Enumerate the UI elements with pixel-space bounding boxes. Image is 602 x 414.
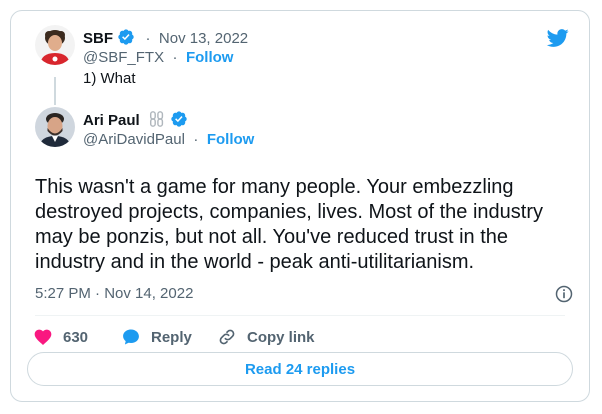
reply-label: Reply: [151, 328, 192, 346]
heart-icon: [34, 329, 52, 345]
verified-badge-icon: [118, 29, 134, 45]
quoted-follow-link[interactable]: Follow: [186, 49, 234, 66]
link-icon: [219, 329, 235, 345]
quoted-tweet-header: SBF · Nov 13, 2022: [83, 28, 248, 48]
separator: ·: [145, 30, 151, 47]
verified-badge-icon: [171, 111, 187, 127]
tweet-text: This wasn't a game for many people. Your…: [35, 176, 544, 273]
sbf-avatar[interactable]: [35, 25, 75, 65]
reply-bubble-icon: [123, 329, 139, 345]
handle[interactable]: @AriDavidPaul: [83, 131, 185, 148]
separator: ·: [193, 131, 199, 148]
tweet-timestamp[interactable]: 5:27 PM · Nov 14, 2022: [35, 285, 193, 302]
copy-link-label: Copy link: [247, 328, 315, 346]
quoted-display-name[interactable]: SBF: [83, 30, 113, 47]
quoted-tweet-text: 1) What: [83, 70, 136, 87]
reply-button[interactable]: Reply: [121, 327, 192, 347]
likes-count: 630: [63, 328, 89, 346]
like-button[interactable]: 630: [33, 327, 88, 347]
follow-link[interactable]: Follow: [207, 131, 255, 148]
chain-link-icon: [150, 111, 164, 127]
divider: [35, 315, 565, 316]
quoted-handle-row: @SBF_FTX · Follow: [83, 49, 233, 67]
thread-connector-line: [54, 77, 56, 105]
embedded-tweet-card: SBF · Nov 13, 2022 @SBF_FTX · Follow 1) …: [10, 10, 590, 402]
quoted-handle[interactable]: @SBF_FTX: [83, 49, 164, 66]
copy-link-button[interactable]: Copy link: [217, 327, 315, 347]
twitter-bird-icon[interactable]: [545, 27, 571, 49]
quoted-date[interactable]: Nov 13, 2022: [159, 30, 248, 47]
ari-paul-avatar[interactable]: [35, 107, 75, 147]
handle-row: @AriDavidPaul · Follow: [83, 131, 254, 149]
separator: ·: [172, 49, 178, 66]
tweet-header: Ari Paul: [83, 110, 188, 130]
display-name[interactable]: Ari Paul: [83, 112, 140, 129]
info-icon[interactable]: [554, 284, 574, 304]
read-replies-button[interactable]: Read 24 replies: [27, 352, 573, 386]
